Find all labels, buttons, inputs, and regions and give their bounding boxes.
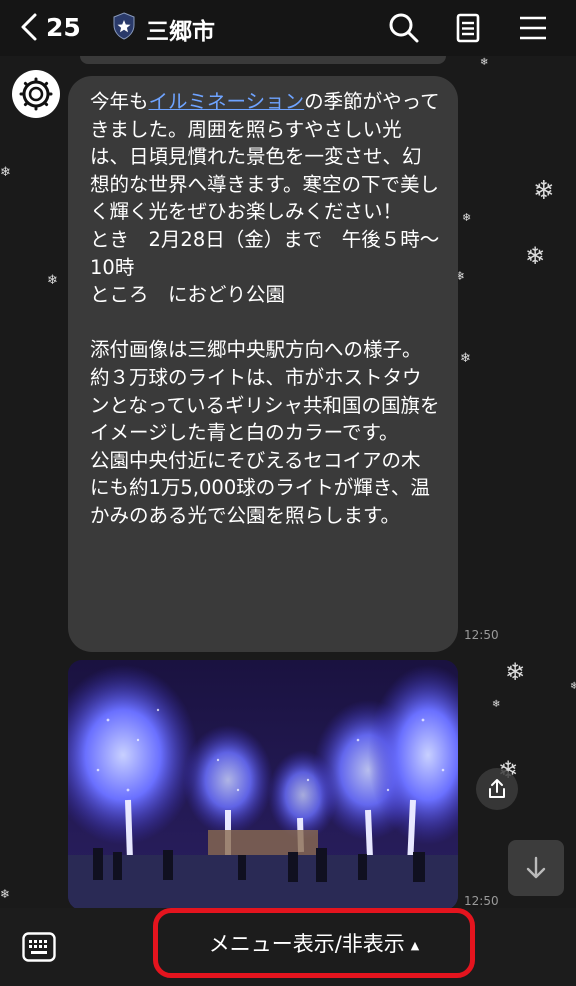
arrow-down-icon: [526, 856, 546, 879]
snowflake-icon: ❄: [492, 699, 501, 710]
photo-timestamp: 12:50: [464, 894, 499, 908]
back-button[interactable]: 25: [18, 10, 90, 44]
avatar[interactable]: [12, 70, 60, 118]
share-icon: [489, 779, 505, 798]
menu-button[interactable]: [515, 10, 551, 46]
snowflake-icon: ❄: [0, 165, 11, 180]
chat-title: 三郷市: [146, 19, 215, 45]
chat-area[interactable]: ❄ ❄ ❄ ❄ ❄ ❄ ❄ ❄ ❄ ❄ ❄ ❄ ❄ 今年もイルミネーションの季節…: [0, 56, 576, 908]
message-bubble[interactable]: 今年もイルミネーションの季節がやってきました。周囲を照らすやさしい光は、日頃見慣…: [68, 76, 458, 652]
triangle-up-icon: ▲: [410, 938, 420, 952]
bottom-bar: メニュー表示/非表示 ▲: [0, 908, 576, 986]
message-text: 今年も: [90, 90, 149, 113]
menu-icon: [520, 16, 546, 40]
menu-toggle-button[interactable]: メニュー表示/非表示 ▲: [153, 908, 475, 978]
snowflake-icon: ❄: [533, 176, 555, 206]
notes-button[interactable]: [450, 10, 486, 46]
snowflake-icon: ❄: [570, 681, 576, 692]
snowflake-icon: ❄: [460, 351, 471, 366]
scroll-down-button[interactable]: [508, 840, 564, 896]
snowflake-icon: ❄: [0, 887, 11, 901]
snowflake-icon: ❄: [505, 658, 526, 686]
snowflake-icon: ❄: [462, 211, 472, 224]
notes-icon: [456, 13, 480, 43]
keyboard-icon[interactable]: [22, 932, 56, 962]
search-icon: [389, 13, 419, 43]
snowflake-icon: ❄: [47, 273, 58, 288]
share-button[interactable]: [476, 768, 518, 810]
search-button[interactable]: [386, 10, 422, 46]
snowflake-icon: ❄: [480, 57, 489, 68]
snowflake-icon: ❄: [525, 242, 546, 270]
menu-toggle-label: メニュー表示/非表示: [208, 932, 405, 956]
shield-icon: [113, 12, 135, 40]
chat-header: 25 三郷市: [0, 0, 576, 56]
message-link[interactable]: イルミネーション: [149, 90, 305, 113]
message-timestamp: 12:50: [464, 628, 499, 642]
chevron-left-icon: [21, 13, 37, 41]
attached-photo[interactable]: [68, 660, 458, 908]
illumination-photo: [68, 660, 458, 908]
city-emblem-icon: [19, 77, 53, 111]
unread-count: 25: [46, 12, 81, 42]
previous-message-edge: [80, 56, 446, 64]
message-text: の季節がやってきました。周囲を照らすやさしい光は、日頃見慣れた景色を一変させ、幻…: [90, 90, 440, 527]
